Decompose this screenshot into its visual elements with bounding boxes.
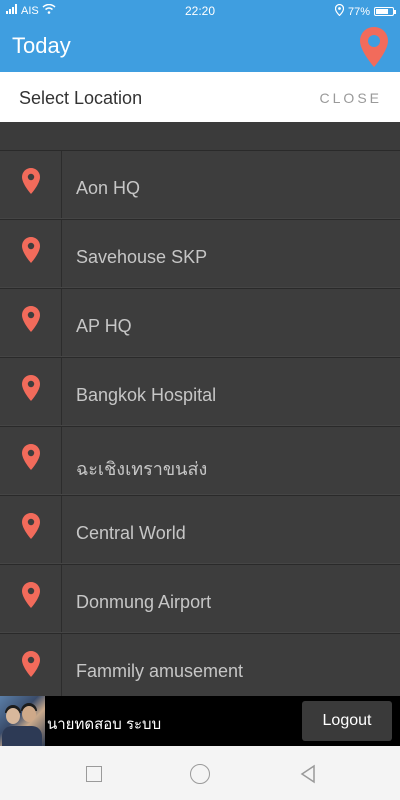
location-label: Fammily amusement: [76, 661, 244, 681]
location-item[interactable]: Donmung Airport: [0, 564, 400, 633]
location-item[interactable]: Fammily amusement: [0, 633, 400, 696]
map-pin-icon: [0, 634, 62, 696]
location-label: Aon HQ: [76, 178, 141, 198]
system-nav-bar: [0, 746, 400, 800]
user-name: นายทดสอบ ระบบ: [47, 716, 162, 733]
location-item[interactable]: Aon HQ: [0, 150, 400, 219]
location-status-icon: [334, 3, 345, 19]
battery-percent: 77%: [347, 5, 370, 18]
location-label: ฉะเชิงเทราขนส่ง: [76, 459, 208, 479]
user-bar: นายทดสอบ ระบบ Logout: [0, 696, 400, 746]
map-pin-icon: [0, 496, 62, 563]
map-pin-icon: [0, 220, 62, 287]
recents-square-icon[interactable]: [86, 766, 102, 782]
location-label: Savehouse SKP: [76, 247, 208, 267]
app-bar: Today: [0, 22, 400, 72]
home-circle-icon[interactable]: [190, 764, 210, 784]
map-pin-icon: [0, 565, 62, 632]
status-bar: AIS 22:20 77%: [0, 0, 400, 22]
location-list: Aon HQ Savehouse SKP AP HQ Bangkok Hospital…: [0, 122, 400, 696]
close-button[interactable]: CLOSE: [320, 90, 382, 106]
modal-title: Select Location: [19, 88, 143, 108]
modal-header: Select Location CLOSE: [0, 72, 400, 122]
map-pin-icon[interactable]: [358, 26, 390, 68]
map-pin-icon: [0, 151, 62, 218]
list-spacer: [0, 122, 400, 150]
location-list-items: Aon HQ Savehouse SKP AP HQ Bangkok Hospital…: [0, 150, 400, 696]
map-pin-icon: [0, 427, 62, 494]
location-label: AP HQ: [76, 316, 132, 336]
location-item[interactable]: Bangkok Hospital: [0, 357, 400, 426]
map-pin-icon: [0, 289, 62, 356]
location-item[interactable]: AP HQ: [0, 288, 400, 357]
page-title: Today: [12, 33, 71, 58]
battery-icon: [374, 7, 396, 16]
location-item[interactable]: ฉะเชิงเทราขนส่ง: [0, 426, 400, 495]
location-label: Central World: [76, 523, 186, 543]
avatar: [0, 696, 45, 746]
back-triangle-icon[interactable]: [298, 764, 318, 784]
location-item[interactable]: Savehouse SKP: [0, 219, 400, 288]
logout-button[interactable]: Logout: [302, 701, 392, 741]
location-label: Donmung Airport: [76, 592, 212, 612]
map-pin-icon: [0, 358, 62, 425]
location-label: Bangkok Hospital: [76, 385, 217, 405]
location-item[interactable]: Central World: [0, 495, 400, 564]
status-right: 77%: [334, 3, 396, 19]
